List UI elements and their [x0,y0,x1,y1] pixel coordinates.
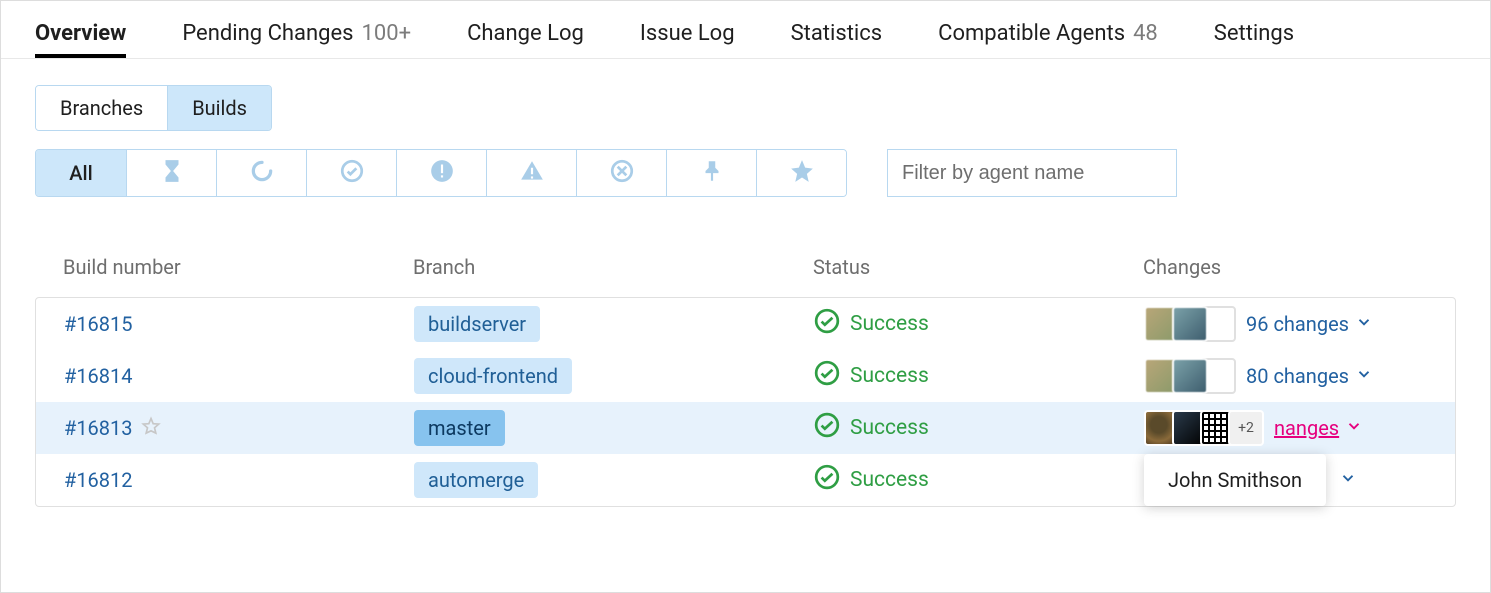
changes-link[interactable]: 96 changes [1246,312,1373,336]
status-cell: Success [814,464,1144,496]
tab-overview[interactable]: Overview [35,21,126,58]
build-number-text: #16815 [64,312,133,336]
avatar-stack[interactable] [1144,358,1236,394]
chevron-down-icon [1339,468,1357,492]
filter-queued-button[interactable] [126,150,216,196]
table-row[interactable]: #16813 master Success +2 nan [36,402,1455,454]
changes-text: 96 changes [1246,312,1349,336]
build-number-link[interactable]: #16813 [64,416,414,441]
col-build-number: Build number [63,255,413,279]
spinner-icon [249,158,275,188]
filter-pinned-button[interactable] [666,150,756,196]
view-toggle: Branches Builds [35,85,272,131]
success-icon [814,360,840,392]
avatar[interactable] [1172,306,1208,342]
filter-cancelled-button[interactable] [576,150,666,196]
build-number-text: #16812 [64,468,133,492]
avatar-more-badge[interactable]: +2 [1228,410,1264,446]
build-number-link[interactable]: #16812 [64,468,414,492]
build-number-text: #16813 [64,416,133,440]
tab-bar: Overview Pending Changes100+ Change Log … [1,1,1490,59]
tab-issue-log[interactable]: Issue Log [640,21,735,58]
tab-pending-changes[interactable]: Pending Changes 100+ [182,21,411,58]
tab-settings[interactable]: Settings [1214,21,1294,58]
table-header: Build number Branch Status Changes [35,255,1456,297]
changes-cell: +2 nanges John Smithson [1144,410,1427,446]
tab-label: Settings [1214,21,1294,46]
tab-statistics[interactable]: Statistics [791,21,883,58]
chevron-down-icon [1345,416,1363,440]
tab-badge: 100+ [362,21,412,46]
status-text: Success [850,416,929,440]
avatar[interactable] [1172,358,1208,394]
build-number-link[interactable]: #16814 [64,364,414,388]
branch-tag[interactable]: automerge [414,462,538,498]
hourglass-icon [159,158,185,188]
star-outline-icon[interactable] [141,416,161,441]
view-toggle-builds[interactable]: Builds [167,86,271,130]
avatar-stack[interactable]: +2 [1144,410,1264,446]
changes-cell: 80 changes [1144,358,1427,394]
chevron-down-icon [1355,312,1373,336]
table-row[interactable]: #16814 cloud-frontend Success 80 changes [36,350,1455,402]
builds-table: Build number Branch Status Changes #1681… [35,255,1456,507]
success-icon [814,308,840,340]
view-toggle-branches[interactable]: Branches [36,86,167,130]
status-text: Success [850,364,929,388]
build-number-text: #16814 [64,364,133,388]
status-filter-group: All [35,149,847,197]
pin-icon [699,158,725,188]
col-branch: Branch [413,255,813,279]
success-icon [814,464,840,496]
changes-link[interactable]: 80 changes [1246,364,1373,388]
changes-cell: 96 changes [1144,306,1427,342]
filter-success-button[interactable] [306,150,396,196]
filter-error-button[interactable] [396,150,486,196]
avatar-tooltip: John Smithson [1144,454,1326,506]
tab-label: Compatible Agents [938,21,1125,46]
changes-text: 80 changes [1246,364,1349,388]
filter-warning-button[interactable] [486,150,576,196]
build-number-link[interactable]: #16815 [64,312,414,336]
filter-toolbar: All [35,149,1490,197]
exclamation-circle-icon [429,158,455,188]
status-text: Success [850,312,929,336]
filter-favorite-button[interactable] [756,150,846,196]
chevron-down-icon [1355,364,1373,388]
filter-all-button[interactable]: All [36,150,126,196]
star-icon [789,158,815,188]
status-cell: Success [814,308,1144,340]
status-cell: Success [814,360,1144,392]
changes-link[interactable]: nanges [1274,416,1363,440]
tab-change-log[interactable]: Change Log [467,21,584,58]
status-text: Success [850,468,929,492]
col-status: Status [813,255,1143,279]
avatar-stack[interactable] [1144,306,1236,342]
tab-label: Statistics [791,21,883,46]
tab-label: Change Log [467,21,584,46]
changes-text: nanges [1274,416,1339,440]
table-body: #16815 buildserver Success 96 changes [35,297,1456,507]
branch-tag[interactable]: master [414,410,505,446]
cancel-circle-icon [609,158,635,188]
agent-filter-input[interactable] [887,149,1177,197]
table-row[interactable]: #16815 buildserver Success 96 changes [36,298,1455,350]
status-cell: Success [814,412,1144,444]
tab-compatible-agents[interactable]: Compatible Agents 48 [938,21,1158,58]
check-circle-icon [339,158,365,188]
tab-label: Issue Log [640,21,735,46]
tab-label: Overview [35,21,126,46]
filter-running-button[interactable] [216,150,306,196]
branch-tag[interactable]: cloud-frontend [414,358,572,394]
tab-badge: 48 [1133,21,1158,46]
success-icon [814,412,840,444]
branch-tag[interactable]: buildserver [414,306,540,342]
col-changes: Changes [1143,255,1428,279]
tab-label: Pending Changes [182,21,353,46]
changes-expand[interactable] [1339,468,1357,492]
warning-triangle-icon [519,158,545,188]
